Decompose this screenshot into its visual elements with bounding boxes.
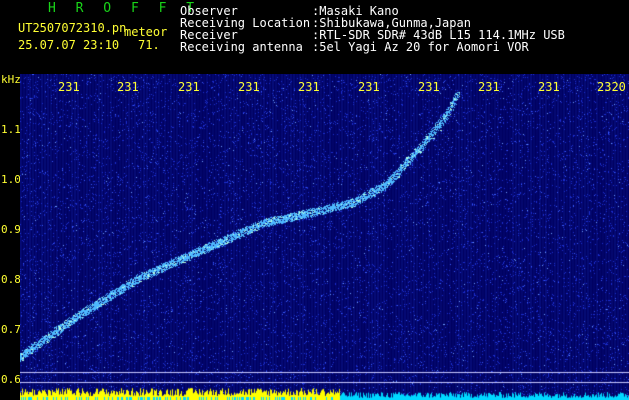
y-tick-label: 0.6 xyxy=(1,373,21,386)
x-tick-label: 231 xyxy=(478,80,500,94)
datetime-label: 25.07.07 23:10 xyxy=(18,38,120,52)
y-tick-label: 0.7 xyxy=(1,323,21,336)
y-axis: kHz 1.1 1.0 0.9 0.8 0.7 0.6 xyxy=(0,73,21,400)
spectrogram-canvas xyxy=(20,74,629,400)
y-tick-label: 0.9 xyxy=(1,223,21,236)
y-tick-label: 1.1 xyxy=(1,123,21,136)
file-name: UT2507072310.pn xyxy=(18,21,127,35)
y-tick-label: 1.0 xyxy=(1,173,21,186)
antenna-value: :5el Yagi Az 20 for Aomori VOR xyxy=(312,40,529,54)
x-tick-label: 231 xyxy=(58,80,80,94)
x-tick-label: 2320 xyxy=(597,80,626,94)
x-tick-label: 231 xyxy=(298,80,320,94)
x-tick-label: 231 xyxy=(418,80,440,94)
header-panel: H R O F F T UT2507072310.pn meteor 25.07… xyxy=(0,0,629,74)
value-label: 71. xyxy=(138,38,160,52)
y-unit-label: kHz xyxy=(1,73,21,86)
y-tick-label: 0.8 xyxy=(1,273,21,286)
x-tick-label: 231 xyxy=(178,80,200,94)
x-tick-label: 231 xyxy=(117,80,139,94)
x-tick-label: 231 xyxy=(358,80,380,94)
event-type: meteor xyxy=(124,25,168,39)
x-tick-label: 231 xyxy=(238,80,260,94)
x-tick-label: 231 xyxy=(538,80,560,94)
antenna-label: Receiving antenna xyxy=(180,40,303,54)
app-title: H R O F F T xyxy=(48,1,201,16)
